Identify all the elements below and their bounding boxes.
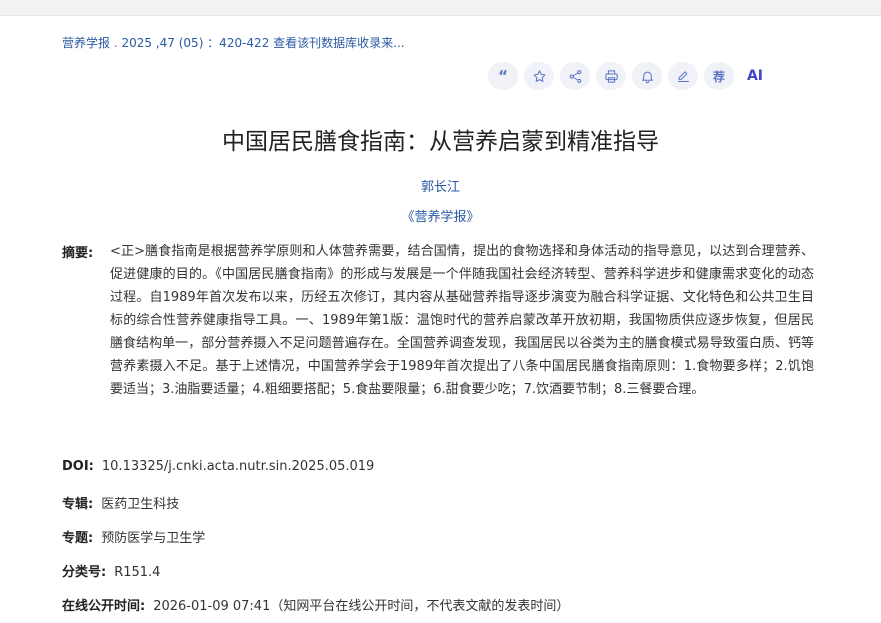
printer-icon bbox=[604, 69, 618, 83]
top-bar bbox=[0, 0, 881, 16]
journal-name[interactable]: 《营养学报》 bbox=[401, 210, 479, 225]
topic-label: 专题: bbox=[62, 531, 94, 546]
note-button[interactable] bbox=[668, 62, 698, 90]
series-value: 医药卫生科技 bbox=[101, 497, 180, 512]
breadcrumb-journal-link[interactable]: 营养学报 bbox=[62, 36, 110, 50]
author-link: 郭长江 bbox=[0, 176, 881, 195]
breadcrumb: 营养学报 . 2025 ,47 (05) ：420-422 查看该刊数据库收录来… bbox=[62, 36, 405, 50]
ai-assistant-button[interactable]: AI bbox=[740, 62, 770, 90]
author-name[interactable]: 郭长江 bbox=[421, 180, 460, 195]
star-icon bbox=[533, 69, 545, 82]
series-label: 专辑: bbox=[62, 497, 94, 512]
share-button[interactable] bbox=[560, 62, 590, 90]
topic-value: 预防医学与卫生学 bbox=[101, 531, 206, 546]
class-row: 分类号: R151.4 bbox=[62, 561, 160, 580]
cite-button[interactable]: “ bbox=[488, 62, 518, 90]
bell-icon bbox=[641, 71, 653, 83]
quote-icon: “ bbox=[498, 67, 508, 85]
class-label: 分类号: bbox=[62, 565, 107, 580]
journal-link: 《营养学报》 bbox=[0, 206, 881, 225]
class-value: R151.4 bbox=[114, 565, 161, 580]
article-toolbar: “ 荐 AI bbox=[488, 62, 770, 90]
breadcrumb-issue-link[interactable]: 2025 ,47 (05) ：420-422 bbox=[121, 36, 269, 50]
series-row: 专辑: 医药卫生科技 bbox=[62, 493, 179, 512]
print-button[interactable] bbox=[596, 62, 626, 90]
pencil-icon bbox=[677, 70, 689, 82]
doi-value: 10.13325/j.cnki.acta.nutr.sin.2025.05.01… bbox=[101, 459, 375, 474]
database-inclusion-link[interactable]: 查看该刊数据库收录来... bbox=[273, 36, 404, 50]
doi-label: DOI: bbox=[62, 459, 94, 474]
abstract-text: <正>膳食指南是根据营养学原则和人体营养需要，结合国情，提出的食物选择和身体活动… bbox=[110, 244, 814, 397]
online-time-row: 在线公开时间: 2026-01-09 07:41（知网平台在线公开时间，不代表文献… bbox=[62, 595, 569, 614]
doi-row: DOI: 10.13325/j.cnki.acta.nutr.sin.2025.0… bbox=[62, 459, 374, 474]
recommend-button[interactable]: 荐 bbox=[704, 62, 734, 90]
alert-button[interactable] bbox=[632, 62, 662, 90]
online-time-value: 2026-01-09 07:41（知网平台在线公开时间，不代表文献的发表时间） bbox=[153, 599, 570, 614]
article-title: 中国居民膳食指南：从营养启蒙到精准指导 bbox=[222, 129, 659, 155]
abstract-label: 摘要: bbox=[62, 246, 94, 261]
online-time-label: 在线公开时间: bbox=[62, 599, 146, 614]
share-icon bbox=[569, 69, 581, 83]
favorite-button[interactable] bbox=[524, 62, 554, 90]
topic-row: 专题: 预防医学与卫生学 bbox=[62, 527, 205, 546]
